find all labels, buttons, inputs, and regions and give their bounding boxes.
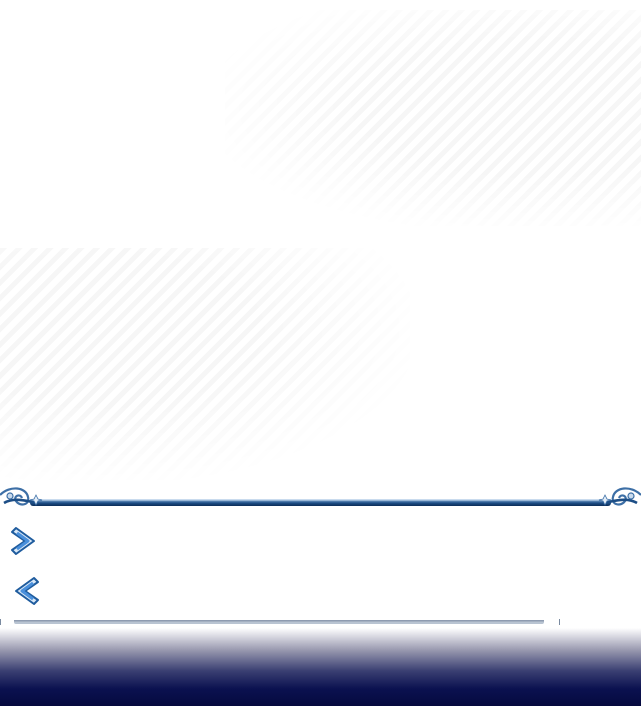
chevron-right-icon: [11, 527, 35, 555]
chevron-left-icon: [15, 577, 39, 605]
previous-page-button[interactable]: [8, 574, 42, 608]
background-art-top: [225, 10, 641, 226]
next-page-button[interactable]: [8, 524, 42, 558]
divider-flourish-left: [0, 487, 43, 506]
ornamental-divider: [0, 487, 641, 506]
divider-flourish-right: [598, 487, 641, 506]
background-art-middle: [0, 248, 410, 480]
scroll-track[interactable]: [0, 616, 562, 628]
bottom-bar: [0, 628, 641, 706]
